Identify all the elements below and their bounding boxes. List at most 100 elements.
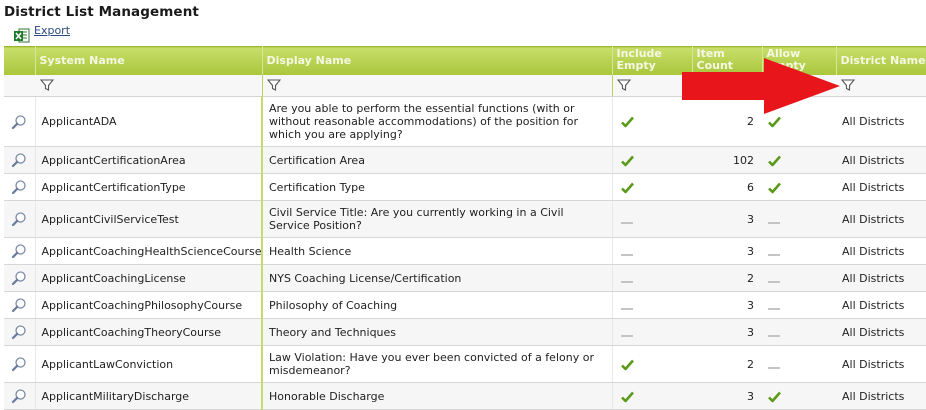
magnify-icon[interactable] (11, 270, 27, 286)
display-name-cell: Are you able to perform the essential fu… (262, 96, 613, 147)
check-icon (620, 391, 634, 402)
table-row[interactable]: ApplicantADA Are you able to perform the … (4, 96, 926, 147)
table-row[interactable]: ApplicantCoachingPhilosophyCourse Philoso… (4, 291, 926, 319)
system-name-cell: ApplicantCoachingHealthScienceCourse (35, 237, 263, 265)
view-cell[interactable] (4, 200, 36, 238)
district-name-cell: All Districts (836, 291, 926, 319)
item-count-cell: 3 (692, 200, 762, 238)
item-count-cell: 3 (692, 382, 762, 410)
magnify-icon[interactable] (11, 324, 27, 340)
filter-row (4, 74, 926, 97)
include-empty-cell (612, 382, 692, 410)
allow-empty-cell (762, 200, 836, 238)
system-name-cell: ApplicantLawConviction (35, 345, 263, 383)
view-cell[interactable] (4, 264, 36, 292)
filter-display-name[interactable] (262, 74, 613, 97)
district-name-cell: All Districts (836, 96, 926, 147)
header-display-name[interactable]: Display Name (262, 46, 613, 75)
dash-icon (768, 307, 780, 310)
district-name-cell: All Districts (836, 345, 926, 383)
district-name-cell: All Districts (836, 146, 926, 174)
magnify-icon[interactable] (11, 179, 27, 195)
table-row[interactable]: ApplicantCertificationArea Certification … (4, 146, 926, 174)
include-empty-cell (612, 345, 692, 383)
filter-include-empty[interactable] (612, 74, 693, 97)
dash-icon (620, 280, 633, 283)
filter-icon[interactable] (840, 78, 855, 92)
display-name-cell: Philosophy of Coaching (262, 291, 613, 319)
district-name-cell: All Districts (836, 173, 926, 201)
grid-body: ApplicantADA Are you able to perform the … (4, 96, 926, 410)
export-link[interactable]: Export (34, 24, 70, 37)
system-name-cell: ApplicantCertificationArea (35, 146, 263, 174)
allow-empty-cell (762, 345, 836, 383)
system-name-cell: ApplicantCoachingTheoryCourse (35, 318, 263, 346)
dash-icon (768, 280, 780, 283)
table-row[interactable]: ApplicantCivilServiceTest Civil Service T… (4, 200, 926, 238)
dash-icon (768, 334, 780, 337)
view-cell[interactable] (4, 291, 36, 319)
dash-icon (620, 221, 633, 224)
filter-icon[interactable] (39, 78, 54, 92)
magnify-icon[interactable] (11, 356, 27, 372)
district-name-cell: All Districts (836, 237, 926, 265)
export-link-group[interactable]: Export (14, 24, 70, 42)
include-empty-cell (612, 291, 692, 319)
magnify-icon[interactable] (11, 114, 27, 130)
filter-item-count (692, 74, 763, 97)
view-cell[interactable] (4, 382, 36, 410)
excel-icon (14, 28, 30, 42)
display-name-cell: Theory and Techniques (262, 318, 613, 346)
filter-icon[interactable] (616, 78, 631, 92)
table-row[interactable]: ApplicantCertificationType Certification … (4, 173, 926, 201)
view-cell[interactable] (4, 345, 36, 383)
view-cell[interactable] (4, 173, 36, 201)
header-item-count-line2: Count (696, 59, 734, 72)
item-count-cell: 6 (692, 173, 762, 201)
magnify-icon[interactable] (11, 243, 27, 259)
header-allow-empty[interactable]: Allow Empty (762, 46, 837, 75)
check-icon (620, 155, 634, 166)
system-name-cell: ApplicantCivilServiceTest (35, 200, 263, 238)
table-row[interactable]: ApplicantCoachingHealthScienceCourse Heal… (4, 237, 926, 265)
magnify-icon[interactable] (11, 297, 27, 313)
dash-icon (620, 253, 633, 256)
filter-icon[interactable] (266, 78, 281, 92)
check-icon (768, 182, 781, 193)
view-cell[interactable] (4, 146, 36, 174)
table-row[interactable]: ApplicantLawConviction Law Violation: Hav… (4, 345, 926, 383)
filter-system-name[interactable] (35, 74, 263, 97)
magnify-icon[interactable] (11, 211, 27, 227)
district-name-cell: All Districts (836, 200, 926, 238)
display-name-cell: NYS Coaching License/Certification (262, 264, 613, 292)
system-name-cell: ApplicantCoachingLicense (35, 264, 263, 292)
display-name-cell: Civil Service Title: Are you currently w… (262, 200, 613, 238)
district-list-grid: System Name Display Name Include Empty I… (4, 46, 926, 410)
magnify-icon[interactable] (11, 152, 27, 168)
header-system-name[interactable]: System Name (35, 46, 263, 75)
display-name-cell: Certification Area (262, 146, 613, 174)
table-row[interactable]: ApplicantCoachingLicense NYS Coaching Lic… (4, 264, 926, 292)
filter-district-name[interactable] (836, 74, 926, 97)
header-include-empty[interactable]: Include Empty (612, 46, 693, 75)
dash-icon (620, 334, 633, 337)
table-row[interactable]: ApplicantMilitaryDischarge Honorable Disc… (4, 382, 926, 410)
allow-empty-cell (762, 382, 836, 410)
view-cell[interactable] (4, 96, 36, 147)
check-icon (620, 116, 634, 128)
table-row[interactable]: ApplicantCoachingTheoryCourse Theory and … (4, 318, 926, 346)
header-row: System Name Display Name Include Empty I… (4, 46, 926, 75)
include-empty-cell (612, 173, 692, 201)
dash-icon (768, 253, 780, 256)
item-count-cell: 2 (692, 96, 762, 147)
header-item-count[interactable]: Item Count (692, 46, 763, 75)
item-count-cell: 3 (692, 318, 762, 346)
magnify-icon[interactable] (11, 388, 27, 404)
display-name-cell: Health Science (262, 237, 613, 265)
header-district-name[interactable]: District Name (836, 46, 926, 75)
system-name-cell: ApplicantADA (35, 96, 263, 147)
check-icon (768, 391, 781, 402)
view-cell[interactable] (4, 237, 36, 265)
include-empty-cell (612, 200, 692, 238)
view-cell[interactable] (4, 318, 36, 346)
